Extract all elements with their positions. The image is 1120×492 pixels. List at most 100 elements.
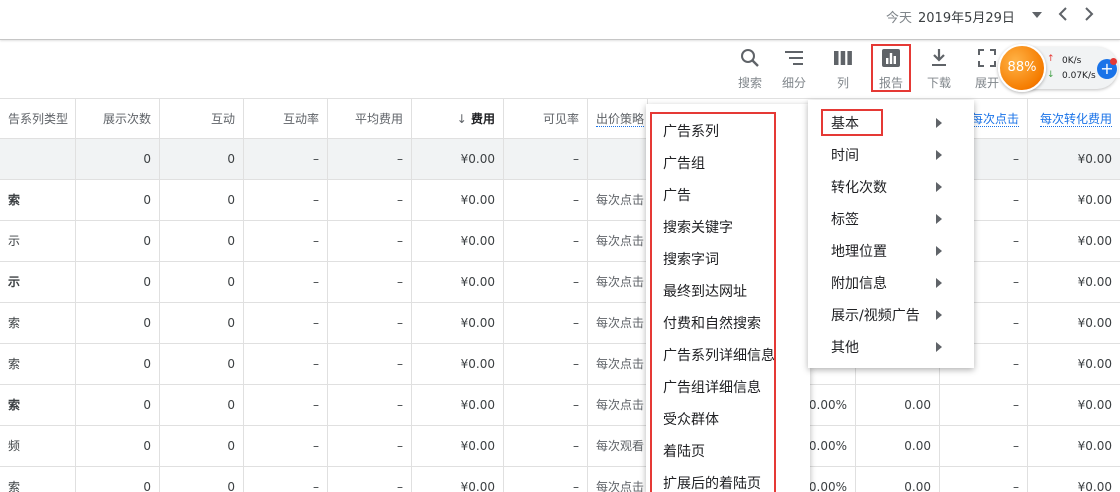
cell-impressions: 0 <box>76 303 160 343</box>
chevron-right-icon[interactable] <box>1082 6 1096 22</box>
header-interaction-rate[interactable]: 互动率 <box>244 99 328 138</box>
date-range-value[interactable]: 2019年5月29日 <box>918 7 1015 26</box>
report-category-menu <box>808 100 974 368</box>
cell-interactions: 0 <box>160 180 244 220</box>
toolbar-download-button[interactable]: 下载 <box>919 48 959 92</box>
cell-bid-strategy: 每次点击 <box>588 385 648 425</box>
cell-bid-strategy: 每次点击 <box>588 262 648 302</box>
total-impressions: 0 <box>76 139 160 179</box>
cell-interaction-rate: – <box>244 385 328 425</box>
table-row: 索 0 0– – ¥0.00– 每次点击 0.00% 0.00– ¥0.00 <box>0 467 1120 492</box>
cell-interaction-rate: – <box>244 344 328 384</box>
header-interactions[interactable]: 互动 <box>160 99 244 138</box>
cell-cost: ¥0.00 <box>412 426 504 466</box>
header-impressions[interactable]: 展示次数 <box>76 99 160 138</box>
toolbar-segment-label: 细分 <box>781 76 806 90</box>
cell-avg-cost: – <box>328 221 412 261</box>
cell-per-conv-cost: ¥0.00 <box>1077 357 1112 371</box>
chevron-down-icon[interactable] <box>1031 9 1043 21</box>
cell-interaction-rate: – <box>244 180 328 220</box>
toolbar-segment-button[interactable]: 细分 <box>774 48 814 92</box>
report-category-item[interactable]: 附加信息 <box>831 273 887 293</box>
columns-icon <box>834 51 852 65</box>
header-cost[interactable]: ↓ 费用 <box>412 99 504 138</box>
cell-cost: ¥0.00 <box>412 180 504 220</box>
report-category-item[interactable]: 标签 <box>831 209 859 229</box>
header-campaign-type[interactable]: 告系列类型 <box>0 99 76 138</box>
cell-bid-strategy: 每次点击 <box>588 221 648 261</box>
cell-interaction-rate: – <box>244 426 328 466</box>
cell-type[interactable]: 索 <box>0 467 76 492</box>
total-avg-cost: – <box>328 139 412 179</box>
cell-type[interactable]: 频 <box>0 426 76 466</box>
header-cost-per-conversion[interactable]: 每次转化费用 <box>1028 99 1120 138</box>
total-cost: ¥0.00 <box>412 139 504 179</box>
sort-arrow-icon: ↓ <box>456 112 467 126</box>
cell-impressions: 0 <box>76 221 160 261</box>
total-viewability: – <box>504 139 588 179</box>
cell-type[interactable]: 示 <box>0 221 76 261</box>
cell-per-conv-c: – <box>940 426 1028 466</box>
header-viewability[interactable]: 可见率 <box>504 99 588 138</box>
cell-viewability: – <box>504 262 588 302</box>
cell-interaction-rate: – <box>244 303 328 343</box>
notification-dot <box>1110 58 1117 65</box>
cell-impressions: 0 <box>76 180 160 220</box>
cell-cost: ¥0.00 <box>412 467 504 492</box>
basic-items-highlight-box <box>650 112 776 492</box>
chevron-right-icon <box>936 310 942 320</box>
cell-type[interactable]: 示 <box>0 262 76 302</box>
report-category-item[interactable]: 其他 <box>831 337 859 357</box>
cell-cost: ¥0.00 <box>412 221 504 261</box>
report-category-item[interactable]: 地理位置 <box>831 241 887 261</box>
cell-per-conv-cost: ¥0.00 <box>1077 316 1112 330</box>
cell-type[interactable]: 索 <box>0 385 76 425</box>
cell-interactions: 0 <box>160 262 244 302</box>
download-speed: 0.07K/s <box>1062 71 1096 81</box>
cell-avg-cost: – <box>328 303 412 343</box>
report-highlight-box <box>871 44 911 92</box>
cell-per-conv-c: – <box>940 467 1028 492</box>
download-icon <box>932 49 946 66</box>
cell-type[interactable]: 索 <box>0 344 76 384</box>
memory-usage-ball[interactable]: 88% <box>998 44 1046 92</box>
cell-interactions: 0 <box>160 426 244 466</box>
report-category-item[interactable]: 展示/视频广告 <box>831 305 920 325</box>
cell-avg-cost: – <box>328 385 412 425</box>
cell-avg-cost: – <box>328 426 412 466</box>
toolbar-columns-button[interactable]: 列 <box>823 48 863 92</box>
cell-per-conv-cost: ¥0.00 <box>1077 480 1112 492</box>
cell-per-conv-cost: ¥0.00 <box>1077 193 1112 207</box>
header-avg-cost[interactable]: 平均费用 <box>328 99 412 138</box>
upload-arrow-icon: ↑ <box>1047 54 1055 64</box>
cell-avg-cost: – <box>328 262 412 302</box>
cell-bid-strategy: 每次点击 <box>588 303 648 343</box>
segment-icon <box>785 51 803 65</box>
total-bid-strategy <box>588 139 648 179</box>
header-bid-strategy[interactable]: 出价策略 <box>588 99 648 138</box>
cell-type[interactable]: 索 <box>0 303 76 343</box>
basic-category-highlight-box <box>821 109 883 136</box>
total-cost-per-conversion: ¥0.00 <box>1077 152 1112 166</box>
cell-viewability: – <box>504 344 588 384</box>
cell-type[interactable]: 索 <box>0 180 76 220</box>
cell-viewability: – <box>504 467 588 492</box>
report-category-item[interactable]: 时间 <box>831 145 859 165</box>
cell-cost: ¥0.00 <box>412 303 504 343</box>
table-row: 频 0 0– – ¥0.00– 每次观看 0.00% 0.00– ¥0.00 <box>0 426 1120 467</box>
cell-interaction-rate: – <box>244 467 328 492</box>
total-interaction-rate: – <box>244 139 328 179</box>
cell-viewability: – <box>504 385 588 425</box>
download-arrow-icon: ↓ <box>1047 70 1055 80</box>
cell-interaction-rate: – <box>244 262 328 302</box>
chevron-right-icon <box>936 278 942 288</box>
cell-avg-cost: – <box>328 467 412 492</box>
chevron-left-icon[interactable] <box>1056 6 1070 22</box>
date-range-bar: 今天 2019年5月29日 <box>0 0 1120 40</box>
cell-interactions: 0 <box>160 221 244 261</box>
report-category-item[interactable]: 转化次数 <box>831 177 887 197</box>
expand-icon <box>978 49 996 67</box>
toolbar-search-button[interactable]: 搜索 <box>730 48 770 92</box>
cell-impressions: 0 <box>76 426 160 466</box>
chevron-right-icon <box>936 214 942 224</box>
